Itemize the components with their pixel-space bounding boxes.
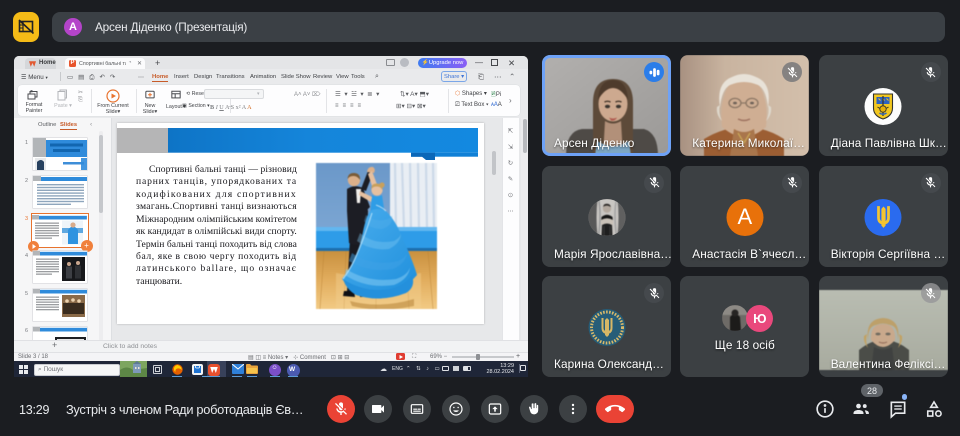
- svg-text:28: 28: [867, 386, 877, 396]
